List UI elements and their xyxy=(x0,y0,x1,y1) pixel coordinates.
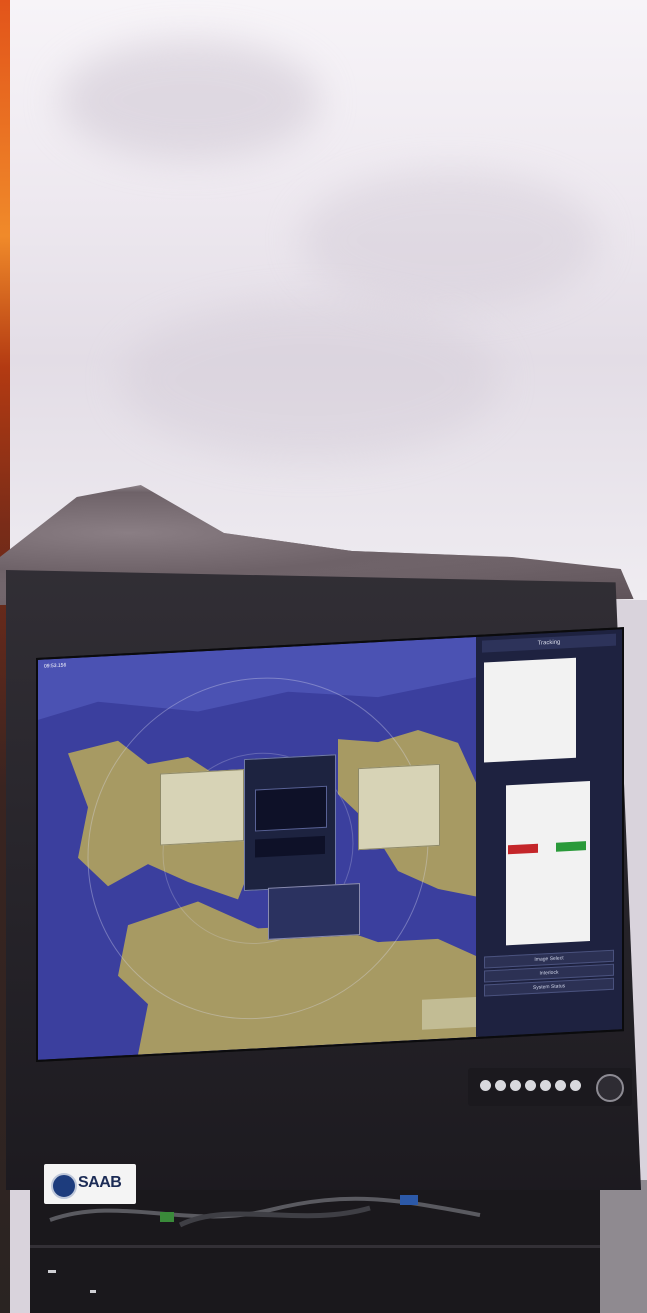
clock-readout: 09:53.156 xyxy=(44,662,67,670)
saab-logo: SAAB xyxy=(44,1164,136,1204)
overlay-panel-right xyxy=(358,763,440,851)
saab-logo-icon xyxy=(51,1173,77,1199)
cloud xyxy=(300,170,600,310)
monitor-screen: 09:53.156 Tracking Image Select Interloc… xyxy=(36,627,624,1062)
stand-mark xyxy=(90,1290,96,1293)
coordinate-box xyxy=(255,835,325,858)
logo-text: SAAB xyxy=(78,1174,122,1191)
monitor-control-button-icon[interactable] xyxy=(540,1080,551,1091)
detail-area xyxy=(506,780,590,946)
overlay-panel-center xyxy=(244,754,336,892)
photo-scene: 09:53.156 Tracking Image Select Interloc… xyxy=(0,0,647,1313)
rotary-knob-icon[interactable] xyxy=(596,1074,624,1102)
stand-seam xyxy=(30,1245,600,1248)
mini-status-grid xyxy=(422,996,478,1030)
monitor-control-button-icon[interactable] xyxy=(555,1080,566,1091)
stand-mark xyxy=(48,1270,56,1273)
monitor-control-button-icon[interactable] xyxy=(495,1080,506,1091)
target-view xyxy=(255,785,327,832)
overlay-panel-bottom xyxy=(268,883,360,940)
overlay-panel-left xyxy=(160,769,244,846)
monitor-control-button-icon[interactable] xyxy=(525,1080,536,1091)
right-side-panel: Tracking Image Select Interlock System S… xyxy=(476,629,622,1037)
red-indicator xyxy=(508,843,538,855)
monitor-control-strip xyxy=(468,1068,632,1106)
cloud xyxy=(120,300,500,460)
green-indicator xyxy=(556,841,586,852)
panel-title: Tracking xyxy=(482,633,616,653)
monitor-control-button-icon[interactable] xyxy=(480,1080,491,1091)
monitor-control-button-icon[interactable] xyxy=(510,1080,521,1091)
monitor-control-button-icon[interactable] xyxy=(570,1080,581,1091)
info-area xyxy=(484,657,576,763)
cloud xyxy=(60,40,320,160)
